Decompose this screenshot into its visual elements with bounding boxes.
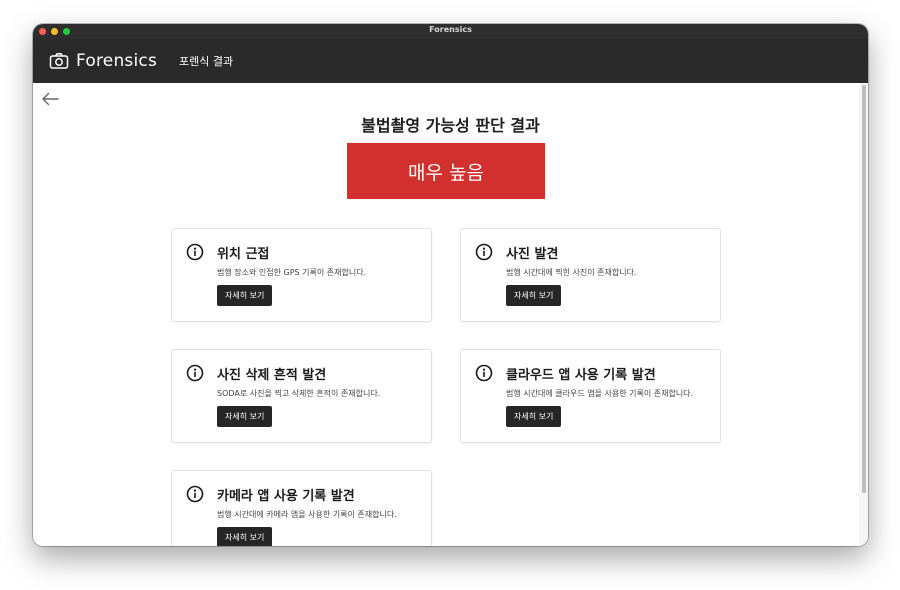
card-description: 범행 시간대에 찍힌 사진이 존재합니다.: [506, 268, 637, 277]
view-details-button[interactable]: 자세히 보기: [506, 406, 562, 427]
risk-level-badge: 매우 높음: [347, 143, 545, 199]
info-icon: [475, 243, 493, 261]
title-bar: Forensics: [33, 24, 868, 39]
card-title: 카메라 앱 사용 기록 발견: [217, 489, 355, 504]
back-arrow-icon[interactable]: [41, 91, 59, 106]
finding-card-photo-deletion: 사진 삭제 흔적 발견 SODA로 사진을 찍고 삭제한 흔적이 존재합니다. …: [171, 349, 432, 443]
card-title: 클라우드 앱 사용 기록 발견: [506, 368, 656, 383]
result-title: 불법촬영 가능성 판단 결과: [361, 116, 540, 135]
app-window: Forensics Forensics 포렌식 결과 불법촬영 가능성 판단 결…: [33, 24, 868, 546]
card-title: 사진 발견: [506, 247, 559, 262]
card-description: 범행 시간대에 카메라 앱을 사용한 기록이 존재합니다.: [217, 510, 397, 519]
main-content: 불법촬영 가능성 판단 결과 매우 높음 위치 근접 범행 장소와 인접한 GP…: [33, 83, 868, 546]
finding-card-cloud-app: 클라우드 앱 사용 기록 발견 범행 시간대에 클라우드 앱을 사용한 기록이 …: [460, 349, 721, 443]
camera-icon: [49, 52, 69, 70]
scrollbar-thumb[interactable]: [862, 85, 866, 493]
finding-card-location: 위치 근접 범행 장소와 인접한 GPS 기록이 존재합니다. 자세히 보기: [171, 228, 432, 322]
card-title: 위치 근접: [217, 247, 270, 262]
card-title: 사진 삭제 흔적 발견: [217, 368, 327, 383]
view-details-button[interactable]: 자세히 보기: [217, 406, 273, 427]
info-icon: [475, 364, 493, 382]
view-details-button[interactable]: 자세히 보기: [217, 285, 273, 306]
vertical-scrollbar[interactable]: [859, 83, 868, 546]
window-title: Forensics: [429, 25, 472, 34]
app-brand: Forensics: [76, 51, 158, 71]
card-description: 범행 장소와 인접한 GPS 기록이 존재합니다.: [217, 268, 367, 277]
card-description: SODA로 사진을 찍고 삭제한 흔적이 존재합니다.: [217, 389, 381, 398]
finding-card-camera-app: 카메라 앱 사용 기록 발견 범행 시간대에 카메라 앱을 사용한 기록이 존재…: [171, 470, 432, 546]
view-details-button[interactable]: 자세히 보기: [506, 285, 562, 306]
info-icon: [186, 243, 204, 261]
finding-card-photo: 사진 발견 범행 시간대에 찍힌 사진이 존재합니다. 자세히 보기: [460, 228, 721, 322]
info-icon: [186, 485, 204, 503]
info-icon: [186, 364, 204, 382]
app-bar: Forensics 포렌식 결과: [33, 39, 868, 83]
view-details-button[interactable]: 자세히 보기: [217, 527, 273, 546]
card-description: 범행 시간대에 클라우드 앱을 사용한 기록이 존재합니다.: [506, 389, 694, 398]
page-subtitle: 포렌식 결과: [179, 55, 234, 68]
